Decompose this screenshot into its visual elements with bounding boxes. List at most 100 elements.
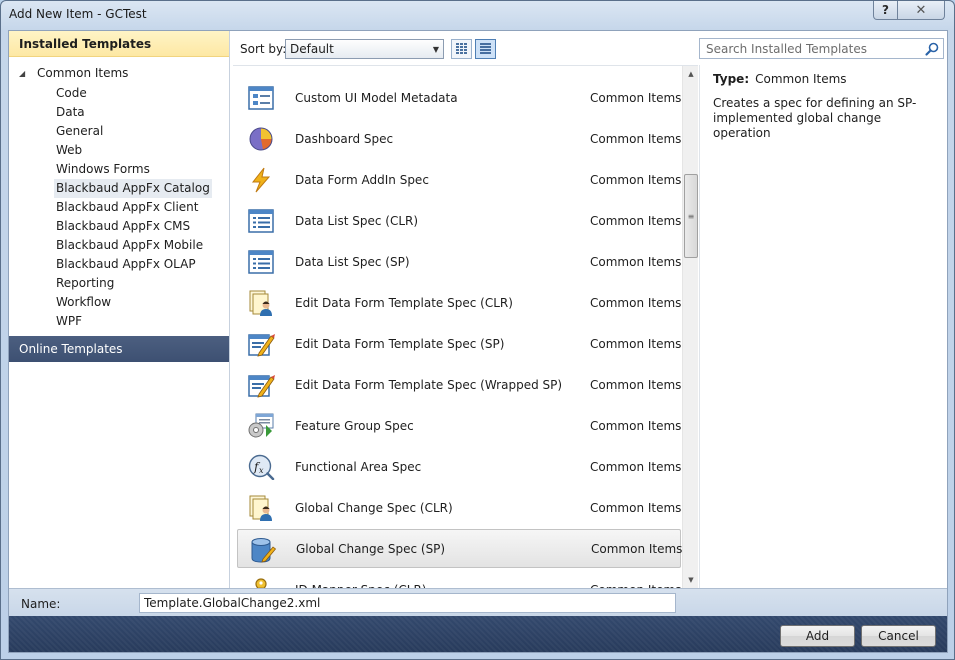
tree-item-data[interactable]: Data bbox=[54, 103, 87, 122]
template-row[interactable]: Global Change Spec (CLR) Common Items bbox=[237, 488, 681, 527]
template-category: Common Items bbox=[590, 459, 682, 474]
template-row[interactable]: Data Form AddIn Spec Common Items bbox=[237, 160, 681, 199]
sort-by-value: Default bbox=[290, 42, 334, 56]
tree-item-blackbaud-appfx-catalog[interactable]: Blackbaud AppFx Catalog bbox=[54, 179, 212, 198]
template-name: Data List Spec (CLR) bbox=[295, 213, 419, 228]
template-name: Feature Group Spec bbox=[295, 418, 414, 433]
close-button[interactable]: ✕ bbox=[898, 1, 945, 20]
template-type-line: Type: Common Items bbox=[713, 72, 847, 86]
lightning-icon bbox=[247, 167, 275, 193]
key-icon bbox=[247, 577, 275, 588]
user-document-icon bbox=[247, 495, 275, 521]
template-name: Custom UI Model Metadata bbox=[295, 90, 458, 105]
template-category: Common Items bbox=[590, 295, 682, 310]
dropdown-arrow-icon: ▼ bbox=[432, 44, 439, 54]
sort-by-dropdown[interactable]: Default ▼ bbox=[285, 39, 444, 59]
template-row[interactable]: Global Change Spec (SP) Common Items bbox=[237, 529, 683, 568]
cancel-button[interactable]: Cancel bbox=[861, 625, 936, 647]
medium-icons-view-button[interactable] bbox=[451, 39, 472, 59]
name-field[interactable] bbox=[139, 593, 676, 613]
template-name: Functional Area Spec bbox=[295, 459, 422, 474]
scroll-up-arrow-icon[interactable]: ▲ bbox=[683, 66, 699, 82]
template-row[interactable]: Dashboard Spec Common Items bbox=[237, 119, 681, 158]
installed-templates-header[interactable]: Installed Templates bbox=[9, 31, 229, 57]
template-category: Common Items bbox=[590, 418, 682, 433]
template-row[interactable]: Edit Data Form Template Spec (Wrapped SP… bbox=[237, 365, 681, 404]
edit-form-icon bbox=[247, 372, 275, 398]
sort-by-label: Sort by: bbox=[240, 42, 287, 56]
function-icon: fx bbox=[247, 454, 275, 480]
data-list-icon bbox=[247, 249, 275, 275]
template-name: Edit Data Form Template Spec (Wrapped SP… bbox=[295, 377, 563, 392]
tree-root-label: Common Items bbox=[37, 66, 129, 80]
template-row[interactable]: f x Functional Area Spec Common Items bbox=[237, 447, 681, 486]
tree-item-code[interactable]: Code bbox=[54, 84, 89, 103]
tree-root-common-items[interactable]: ◢ Common Items bbox=[19, 66, 128, 80]
dialog-button-bar: Add Cancel bbox=[9, 616, 947, 652]
template-name: Edit Data Form Template Spec (SP) bbox=[295, 336, 505, 351]
template-row[interactable]: ID Mapper Spec (CLR)Common Items bbox=[237, 570, 681, 588]
list-view-button[interactable] bbox=[475, 39, 496, 59]
template-category: Common Items bbox=[591, 541, 683, 556]
title-bar[interactable]: Add New Item - GCTest bbox=[1, 1, 954, 29]
tree-item-windows-forms[interactable]: Windows Forms bbox=[54, 160, 152, 179]
name-label: Name: bbox=[21, 597, 61, 611]
template-category: Common Items bbox=[590, 377, 682, 392]
user-document-icon bbox=[247, 290, 275, 316]
scroll-down-arrow-icon[interactable]: ▼ bbox=[683, 572, 699, 588]
grid-view-icon bbox=[456, 43, 467, 55]
template-row[interactable]: Feature Group Spec Common Items bbox=[237, 406, 681, 445]
tree-item-general[interactable]: General bbox=[54, 122, 105, 141]
dialog-window: Add New Item - GCTest ? ✕ Installed Temp… bbox=[0, 0, 955, 660]
list-view-icon bbox=[480, 43, 491, 55]
tree-item-blackbaud-appfx-cms[interactable]: Blackbaud AppFx CMS bbox=[54, 217, 192, 236]
window-title: Add New Item - GCTest bbox=[9, 7, 147, 21]
search-input[interactable] bbox=[700, 39, 922, 58]
dialog-client: Installed Templates ◢ Common Items Code D… bbox=[8, 30, 948, 653]
template-name: Edit Data Form Template Spec (CLR) bbox=[295, 295, 513, 310]
template-description: Creates a spec for defining an SP-implem… bbox=[713, 96, 917, 140]
template-tree-pane: Installed Templates ◢ Common Items Code D… bbox=[9, 31, 230, 588]
dashboard-icon bbox=[247, 126, 275, 152]
tree-item-reporting[interactable]: Reporting bbox=[54, 274, 116, 293]
tree-item-blackbaud-appfx-mobile[interactable]: Blackbaud AppFx Mobile bbox=[54, 236, 205, 255]
template-row[interactable]: Edit Data Form Template Spec (CLR) Common… bbox=[237, 283, 681, 322]
svg-text:x: x bbox=[259, 466, 264, 475]
template-category: Common Items bbox=[590, 254, 682, 269]
template-row[interactable]: Data List Spec (CLR) Common Items bbox=[237, 201, 681, 240]
type-label: Type: bbox=[713, 72, 750, 86]
template-name: Data List Spec (SP) bbox=[295, 254, 410, 269]
template-list[interactable]: Custom UI Model Metadata Common Items Dash… bbox=[233, 65, 698, 588]
template-name: Data Form AddIn Spec bbox=[295, 172, 429, 187]
edit-form-icon bbox=[247, 331, 275, 357]
feature-group-icon bbox=[247, 413, 275, 439]
template-row[interactable]: Data List Spec (SP) Common Items bbox=[237, 242, 681, 281]
database-icon bbox=[248, 537, 276, 563]
tree-item-workflow[interactable]: Workflow bbox=[54, 293, 113, 312]
template-name: Global Change Spec (SP) bbox=[296, 541, 446, 556]
template-category: Common Items bbox=[590, 500, 682, 515]
search-icon[interactable] bbox=[924, 41, 940, 57]
template-list-scrollbar[interactable]: ▲ ≡ ▼ bbox=[682, 66, 698, 588]
search-box[interactable] bbox=[699, 38, 944, 59]
help-button[interactable]: ? bbox=[873, 1, 898, 20]
tree-item-blackbaud-appfx-olap[interactable]: Blackbaud AppFx OLAP bbox=[54, 255, 198, 274]
type-value: Common Items bbox=[755, 72, 847, 86]
template-category: Common Items bbox=[590, 172, 682, 187]
ui-model-icon bbox=[247, 85, 275, 111]
scroll-thumb[interactable]: ≡ bbox=[684, 174, 698, 258]
name-strip: Name: bbox=[9, 588, 947, 616]
data-list-icon bbox=[247, 208, 275, 234]
tree-item-wpf[interactable]: WPF bbox=[54, 312, 84, 331]
template-category: Common Items bbox=[590, 213, 682, 228]
tree-item-web[interactable]: Web bbox=[54, 141, 84, 160]
template-row[interactable]: Custom UI Model Metadata Common Items bbox=[237, 78, 681, 117]
template-category: Common Items bbox=[590, 90, 682, 105]
tree-expanded-icon[interactable]: ◢ bbox=[19, 69, 28, 78]
template-category: Common Items bbox=[590, 131, 682, 146]
tree-item-blackbaud-appfx-client[interactable]: Blackbaud AppFx Client bbox=[54, 198, 200, 217]
template-details-pane: Type: Common Items Creates a spec for def… bbox=[699, 65, 945, 588]
online-templates-header[interactable]: Online Templates bbox=[9, 336, 229, 362]
template-row[interactable]: Edit Data Form Template Spec (SP) Common … bbox=[237, 324, 681, 363]
add-button[interactable]: Add bbox=[780, 625, 855, 647]
